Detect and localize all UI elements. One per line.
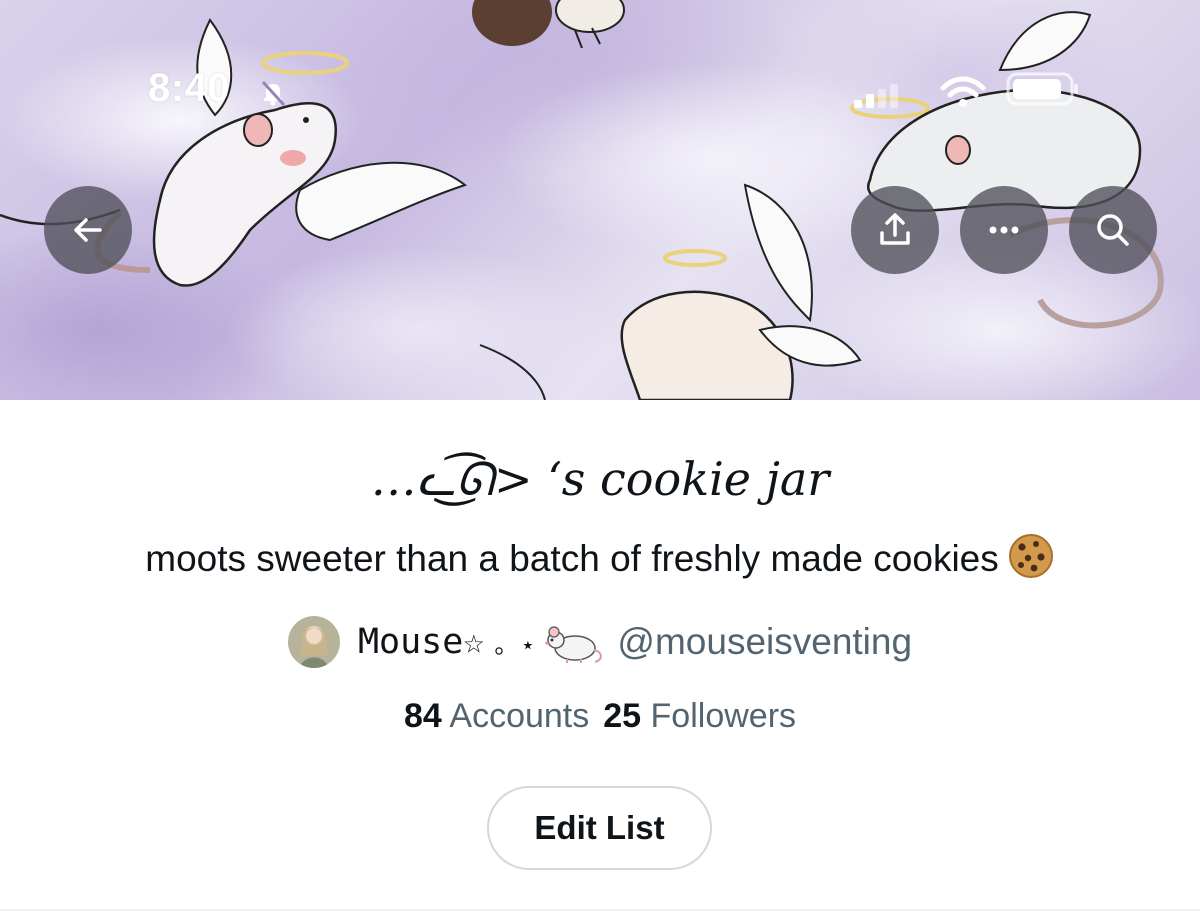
list-stats: 84 Accounts 25 Followers xyxy=(0,697,1200,736)
more-options-button[interactable] xyxy=(960,186,1048,274)
section-divider xyxy=(0,909,1200,911)
search-icon xyxy=(1097,214,1129,246)
list-description: moots sweeter than a batch of freshly ma… xyxy=(0,532,1200,580)
accounts-label: Accounts xyxy=(449,697,590,735)
search-button[interactable] xyxy=(1069,186,1157,274)
edit-list-button[interactable]: Edit List xyxy=(487,786,712,870)
owner-name-decoration: 。⋆ xyxy=(494,631,538,659)
wifi-icon xyxy=(940,76,986,107)
owner-avatar[interactable] xyxy=(287,616,340,668)
followers-label: Followers xyxy=(650,697,797,735)
status-time: 8:40 xyxy=(148,66,231,110)
owner-display-name[interactable]: Mouse☆ xyxy=(358,622,484,662)
back-button[interactable] xyxy=(44,186,132,274)
share-button[interactable] xyxy=(851,186,939,274)
arrow-left-icon xyxy=(74,218,102,242)
list-description-text: moots sweeter than a batch of freshly ma… xyxy=(145,538,999,579)
list-owner[interactable]: Mouse☆ 。⋆ @mouseisventing xyxy=(0,612,1200,672)
accounts-count: 84 xyxy=(403,697,442,735)
list-banner-image: 8:40 xyxy=(0,0,1200,400)
followers-count: 25 xyxy=(603,697,642,735)
bell-slash-icon xyxy=(261,80,286,107)
members-stat[interactable]: 84 Accounts xyxy=(404,697,589,735)
owner-handle[interactable]: @mouseisventing xyxy=(617,621,912,663)
list-page: 8:40 …ᓚ͜͡ᘏ> ‘s cookie jar moots sweeter … xyxy=(0,0,1200,915)
mouse-icon xyxy=(545,626,603,663)
share-upload-icon xyxy=(880,213,910,245)
more-horizontal-icon xyxy=(989,226,1019,234)
cookie-icon xyxy=(1008,534,1053,578)
battery-icon xyxy=(1006,72,1078,106)
cellular-signal-icon xyxy=(854,84,898,108)
list-title: …ᓚ͜͡ᘏ> ‘s cookie jar xyxy=(370,452,830,506)
followers-stat[interactable]: 25 Followers xyxy=(603,697,796,735)
